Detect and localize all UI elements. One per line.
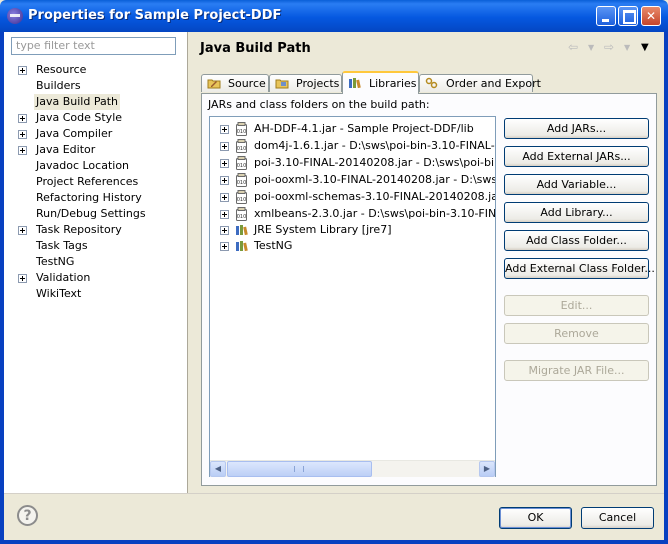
expand-icon[interactable] (18, 114, 27, 123)
property-pages-panel: type filter text Resource Builders Java … (4, 32, 188, 493)
view-menu-icon[interactable]: ▼ (641, 42, 649, 53)
window-frame-bottom (0, 540, 668, 544)
expand-icon[interactable] (220, 242, 229, 251)
add-class-folder-button[interactable]: Add Class Folder... (504, 230, 649, 251)
expand-icon[interactable] (220, 210, 229, 219)
history-navigation: ⇦ ▼ ⇨ ▼ ▼ (568, 40, 658, 56)
libraries-icon (349, 78, 361, 89)
build-path-entries-list[interactable]: 010 AH-DDF-4.1.jar - Sample Project-DDF/… (209, 116, 496, 477)
svg-text:010: 010 (237, 146, 247, 152)
window-frame-right (664, 32, 668, 544)
tab-order-and-export[interactable]: Order and Export (419, 74, 541, 92)
library-icon (236, 241, 248, 252)
add-external-jars-button[interactable]: Add External JARs... (504, 146, 649, 167)
list-item[interactable]: 010 poi-ooxml-schemas-3.10-FINAL-2014020… (210, 189, 495, 205)
scroll-left-icon[interactable]: ◀ (210, 461, 226, 477)
expand-icon[interactable] (18, 146, 27, 155)
eclipse-icon (7, 8, 23, 24)
list-item[interactable]: JRE System Library [jre7] (210, 222, 495, 238)
page-title: Java Build Path (200, 41, 311, 56)
maximize-button[interactable] (618, 6, 638, 26)
tab-libraries[interactable]: Libraries (342, 71, 419, 94)
back-dropdown-icon[interactable]: ▼ (588, 43, 594, 52)
list-item[interactable]: TestNG (210, 238, 495, 254)
svg-text:010: 010 (237, 163, 247, 169)
list-item[interactable]: 010 poi-3.10-FINAL-20140208.jar - D:\sws… (210, 155, 495, 171)
ok-button[interactable]: OK (499, 507, 572, 529)
expand-icon[interactable] (18, 226, 27, 235)
list-item[interactable]: 010 AH-DDF-4.1.jar - Sample Project-DDF/… (210, 121, 495, 137)
forward-dropdown-icon[interactable]: ▼ (624, 43, 630, 52)
filter-input[interactable]: type filter text (11, 37, 176, 55)
expand-icon[interactable] (18, 130, 27, 139)
tab-source[interactable]: Source (201, 74, 269, 92)
list-item[interactable]: 010 dom4j-1.6.1.jar - D:\sws\poi-bin-3.1… (210, 138, 495, 154)
svg-text:010: 010 (237, 180, 247, 186)
library-icon (236, 225, 248, 236)
forward-arrow-icon[interactable]: ⇨ (604, 40, 614, 54)
help-icon[interactable]: ? (17, 505, 38, 526)
jar-icon: 010 (236, 156, 247, 170)
list-item[interactable]: 010 poi-ooxml-3.10-FINAL-20140208.jar - … (210, 172, 495, 188)
svg-text:010: 010 (237, 214, 247, 220)
cancel-button[interactable]: Cancel (581, 507, 654, 529)
add-variable-button[interactable]: Add Variable... (504, 174, 649, 195)
expand-icon[interactable] (18, 66, 27, 75)
jar-icon: 010 (236, 173, 247, 187)
section-label: JARs and class folders on the build path… (208, 98, 430, 111)
projects-icon (275, 79, 289, 89)
jar-icon: 010 (236, 122, 247, 136)
minimize-button[interactable] (596, 6, 616, 26)
add-external-class-folder-button[interactable]: Add External Class Folder... (504, 258, 655, 279)
edit-button[interactable]: Edit... (504, 295, 649, 316)
svg-text:010: 010 (237, 129, 247, 135)
order-export-icon (425, 77, 438, 89)
expand-icon[interactable] (220, 193, 229, 202)
window-title: Properties for Sample Project-DDF (28, 8, 282, 23)
jar-icon: 010 (236, 190, 247, 204)
back-arrow-icon[interactable]: ⇦ (568, 40, 578, 54)
list-item[interactable]: 010 xmlbeans-2.3.0.jar - D:\sws\poi-bin-… (210, 206, 495, 222)
jar-icon: 010 (236, 207, 247, 221)
scrollbar-thumb[interactable] (227, 461, 372, 477)
jar-icon: 010 (236, 139, 247, 153)
svg-text:010: 010 (237, 197, 247, 203)
divider (4, 493, 664, 494)
scroll-right-icon[interactable]: ▶ (479, 461, 495, 477)
remove-button[interactable]: Remove (504, 323, 649, 344)
expand-icon[interactable] (18, 274, 27, 283)
add-library-button[interactable]: Add Library... (504, 202, 649, 223)
migrate-jar-file-button[interactable]: Migrate JAR File... (504, 360, 649, 381)
tab-projects[interactable]: Projects (269, 74, 342, 92)
expand-icon[interactable] (220, 159, 229, 168)
add-jars-button[interactable]: Add JARs... (504, 118, 649, 139)
title-bar[interactable]: Properties for Sample Project-DDF ✕ (0, 0, 668, 32)
expand-icon[interactable] (220, 176, 229, 185)
expand-icon[interactable] (220, 142, 229, 151)
expand-icon[interactable] (220, 125, 229, 134)
properties-dialog: Properties for Sample Project-DDF ✕ type… (0, 0, 668, 544)
close-button[interactable]: ✕ (641, 6, 661, 26)
horizontal-scrollbar[interactable]: ◀ ▶ (210, 460, 495, 477)
expand-icon[interactable] (220, 226, 229, 235)
source-folder-icon (207, 79, 221, 89)
close-icon: ✕ (645, 9, 657, 23)
